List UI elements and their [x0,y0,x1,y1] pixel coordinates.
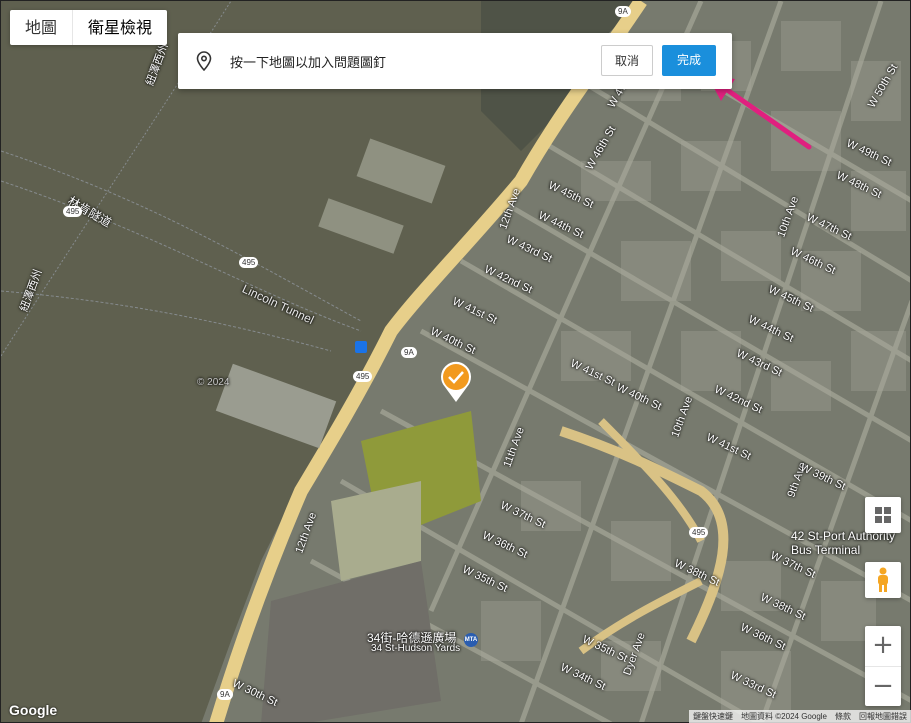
terms-link[interactable]: 條款 [835,711,851,722]
zoom-in-button[interactable]: + [865,626,901,666]
grid-icon [875,507,891,523]
copyright-watermark: © 2024 [197,377,230,388]
cancel-button[interactable]: 取消 [601,45,653,76]
map-type-control: 地圖 衛星檢視 [10,10,168,45]
route-shield: 495 [353,371,373,382]
map-data-attribution: 地圖資料 ©2024 Google [741,712,827,721]
route-shield: 9A [615,6,631,17]
port-authority-label: 42 St-Port Authority Bus Terminal [791,529,896,557]
ferry-icon [355,341,367,353]
satellite-map[interactable]: 林肯隧道 Lincoln Tunnel 紐澤西州 紐澤西州 12th Ave 1… [0,0,911,723]
pegman-icon [878,567,888,592]
street-view-pegman[interactable] [865,562,901,598]
hudson-yards-label: 34 St-Hudson Yards [371,643,461,654]
prompt-instruction: 按一下地圖以加入問題圖釘 [230,56,387,71]
location-pin-icon [196,51,212,71]
report-error-link[interactable]: 回報地圖錯誤 [859,711,907,722]
route-shield: 9A [217,689,233,700]
map-footer: 鍵盤快速鍵 地圖資料 ©2024 Google 條款 回報地圖錯誤 [689,710,911,723]
route-shield: 495 [63,206,83,217]
zoom-out-button[interactable]: − [865,666,901,707]
checkmark-pin-icon [441,361,471,402]
location-marker[interactable] [439,359,473,403]
google-logo: Google [9,702,58,718]
map-type-map-button[interactable]: 地圖 [10,10,72,45]
layers-button[interactable] [865,497,901,533]
zoom-control: + − [865,626,901,706]
done-button[interactable]: 完成 [662,45,716,76]
add-pin-prompt: 按一下地圖以加入問題圖釘 取消 完成 [178,33,732,89]
route-shield: 9A [401,347,417,358]
keyboard-shortcuts-link[interactable]: 鍵盤快速鍵 [693,711,733,722]
route-shield: 495 [689,527,709,538]
route-shield: 495 [239,257,259,268]
subway-icon: MTA [464,633,478,647]
map-type-satellite-button[interactable]: 衛星檢視 [72,10,167,45]
